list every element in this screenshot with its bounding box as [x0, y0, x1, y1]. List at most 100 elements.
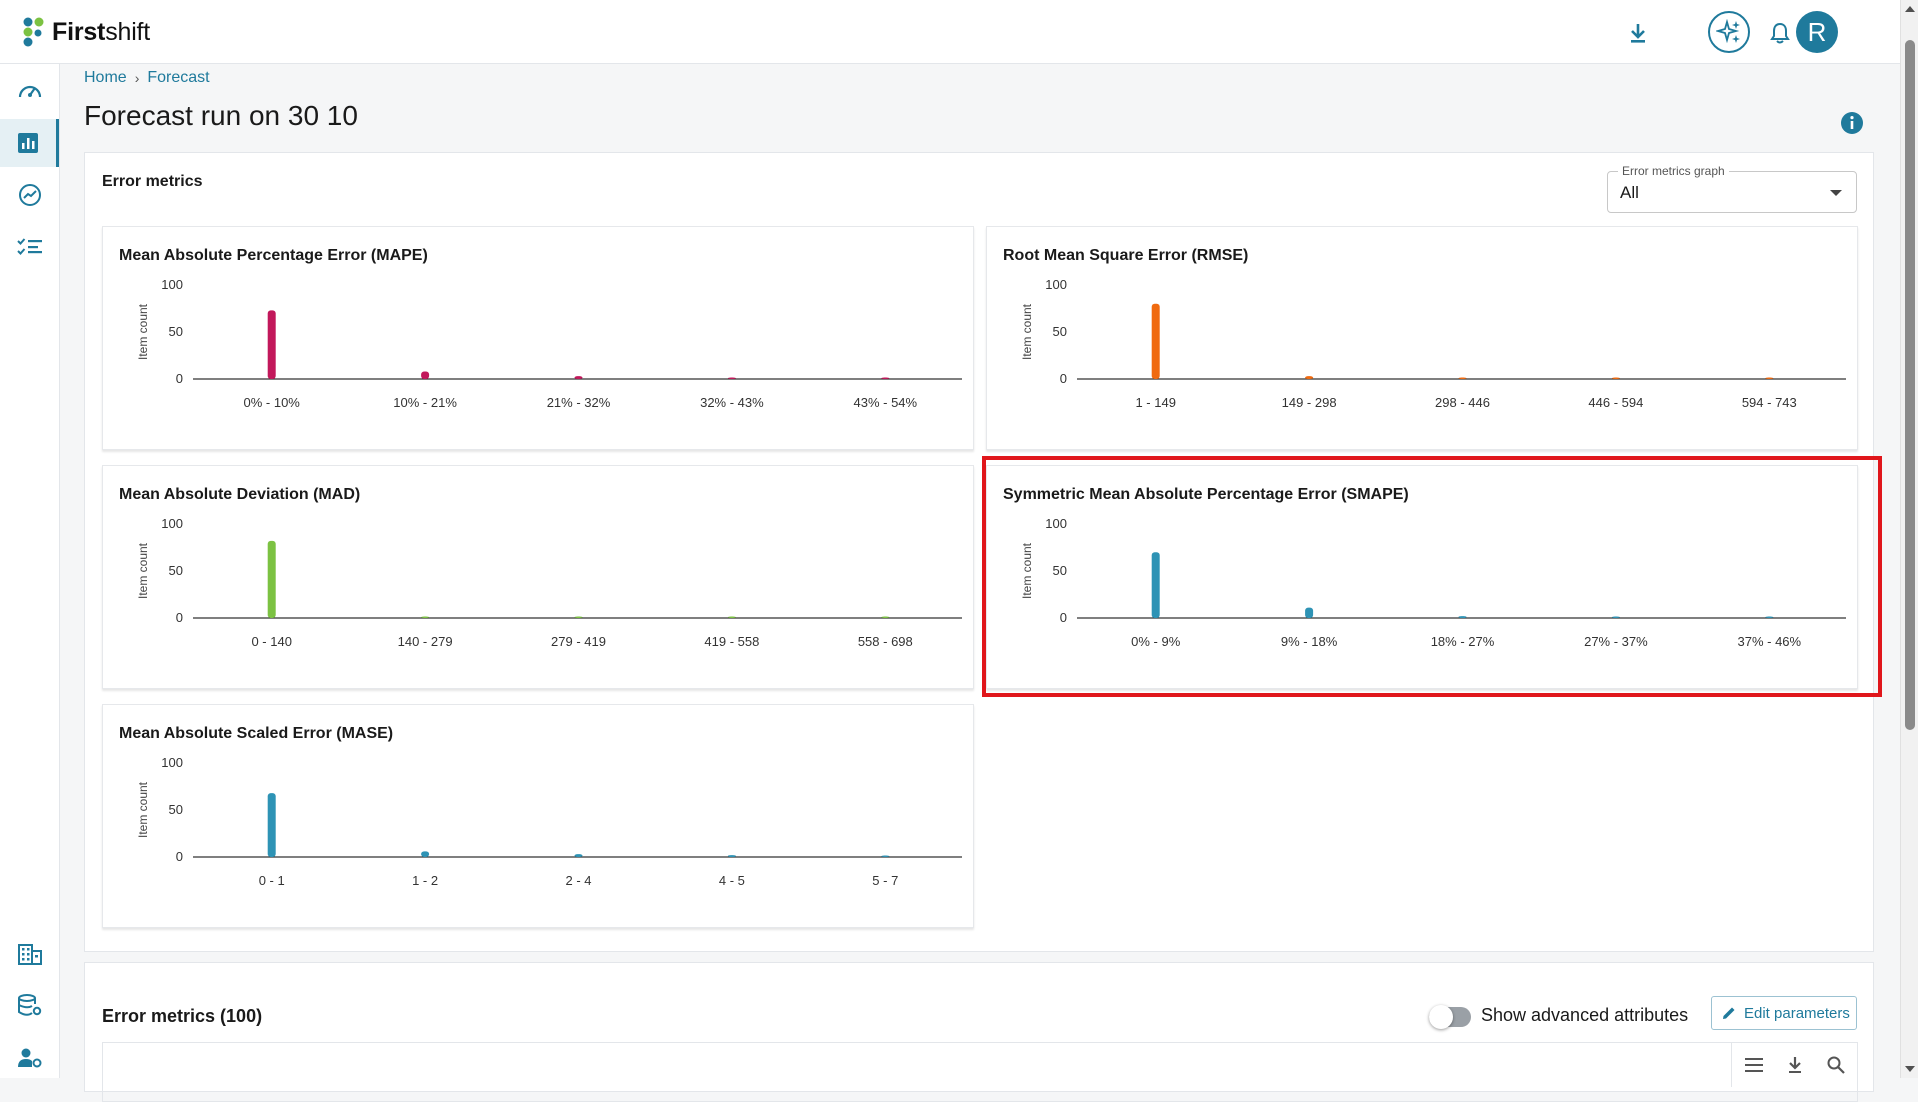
advanced-attributes-toggle[interactable]	[1429, 1005, 1471, 1029]
bar[interactable]	[727, 855, 736, 857]
x-tick-label: 279 - 419	[551, 634, 606, 649]
chart-title: Symmetric Mean Absolute Percentage Error…	[1003, 486, 1409, 503]
x-tick-label: 1 - 149	[1135, 395, 1175, 410]
info-icon[interactable]	[1840, 111, 1864, 140]
building-icon	[17, 944, 42, 965]
breadcrumb-separator: ›	[134, 70, 140, 86]
breadcrumb-home[interactable]: Home	[84, 69, 127, 87]
scroll-thumb[interactable]	[1905, 40, 1915, 730]
x-tick-label: 9% - 18%	[1281, 634, 1338, 649]
nav-data-settings[interactable]	[0, 982, 59, 1030]
bar[interactable]	[1458, 377, 1467, 380]
bar[interactable]	[727, 616, 736, 619]
x-tick-label: 18% - 27%	[1431, 634, 1495, 649]
download-icon[interactable]	[1618, 13, 1658, 53]
bar[interactable]	[881, 855, 890, 858]
y-tick-label: 50	[1053, 563, 1067, 578]
bar[interactable]	[727, 377, 736, 380]
y-tick-label: 50	[169, 802, 183, 817]
bell-icon[interactable]	[1760, 13, 1800, 53]
advanced-attributes-label: Show advanced attributes	[1481, 1005, 1689, 1025]
bar[interactable]	[881, 616, 890, 619]
logo-mark-icon	[23, 17, 44, 47]
mape-chart-card: Item count 0 50 100 0% - 10% 10% - 21% 21% - 3…	[102, 226, 974, 450]
chart-title: Mean Absolute Deviation (MAD)	[119, 486, 361, 503]
nav-tasks[interactable]	[0, 223, 59, 271]
logo-text: Firstshift	[52, 17, 151, 46]
rmse-chart-card: Item count 0 50 100 1 - 149 149 - 298 298 - 44…	[986, 226, 1858, 450]
bar[interactable]	[1151, 303, 1160, 379]
x-tick-label: 446 - 594	[1588, 395, 1643, 410]
y-axis-label: Item count	[136, 303, 150, 360]
bar[interactable]	[267, 310, 276, 379]
bar[interactable]	[1611, 377, 1620, 380]
x-tick-label: 140 - 279	[398, 634, 453, 649]
y-axis-label: Item count	[1020, 542, 1034, 599]
bar[interactable]	[421, 851, 430, 857]
error-metrics-table-title: Error metrics (100)	[102, 1006, 263, 1026]
edit-parameters-label: Edit parameters	[1744, 1004, 1850, 1022]
search-icon[interactable]	[1827, 1056, 1845, 1074]
x-tick-label: 0 - 1	[259, 873, 285, 888]
bar[interactable]	[421, 616, 430, 619]
bar[interactable]	[1765, 377, 1774, 380]
x-tick-label: 37% - 46%	[1738, 634, 1802, 649]
x-tick-label: 0 - 140	[251, 634, 291, 649]
x-tick-label: 594 - 743	[1742, 395, 1797, 410]
nav-organization[interactable]	[0, 930, 59, 978]
scroll-down-arrow-icon[interactable]	[1905, 1066, 1915, 1072]
bar[interactable]	[1611, 616, 1620, 619]
bar[interactable]	[1305, 376, 1314, 379]
bar[interactable]	[267, 793, 276, 857]
x-tick-label: 4 - 5	[719, 873, 745, 888]
firstshift-logo[interactable]: Firstshift	[22, 16, 150, 48]
page-scrollbar[interactable]	[1900, 0, 1918, 1078]
pencil-icon	[1723, 1007, 1735, 1019]
mad-chart-card: Item count 0 50 100 0 - 140 140 - 279 279 - 41…	[102, 465, 974, 689]
y-tick-label: 100	[1045, 277, 1067, 292]
database-settings-icon	[17, 994, 41, 1016]
y-axis-label: Item count	[1020, 303, 1034, 360]
y-axis-label: Item count	[136, 542, 150, 599]
breadcrumb-forecast[interactable]: Forecast	[147, 69, 209, 87]
bar[interactable]	[574, 376, 583, 379]
side-nav	[0, 64, 60, 1078]
nav-dashboard[interactable]	[0, 67, 59, 115]
bar[interactable]	[421, 371, 430, 379]
x-tick-label: 0% - 10%	[244, 395, 301, 410]
y-tick-label: 50	[1053, 324, 1067, 339]
download-icon[interactable]	[1787, 1056, 1803, 1074]
y-tick-label: 0	[1060, 610, 1067, 625]
ai-sparkle-icon[interactable]	[1708, 11, 1750, 53]
bar[interactable]	[1151, 552, 1160, 618]
mase-chart-card: Item count 0 50 100 0 - 1 1 - 2 2 - 4 4 - 5 5 - …	[102, 704, 974, 928]
x-tick-label: 10% - 21%	[393, 395, 457, 410]
scroll-up-arrow-icon[interactable]	[1905, 6, 1915, 12]
bar[interactable]	[267, 540, 276, 618]
bar[interactable]	[574, 616, 583, 619]
metrics-grid	[102, 1042, 1858, 1102]
speedometer-icon	[18, 85, 41, 98]
bar[interactable]	[1305, 607, 1314, 618]
y-tick-label: 50	[169, 563, 183, 578]
bar[interactable]	[1765, 616, 1774, 619]
select-value: All	[1620, 183, 1639, 202]
chart-title: Root Mean Square Error (RMSE)	[1003, 247, 1249, 264]
error-metrics-graph-select[interactable]: Error metrics graph All	[1607, 164, 1857, 213]
user-avatar[interactable]: R	[1796, 11, 1838, 53]
bar[interactable]	[881, 377, 890, 380]
chart-title: Mean Absolute Scaled Error (MASE)	[119, 725, 394, 742]
columns-icon[interactable]	[1744, 1057, 1764, 1073]
bar[interactable]	[574, 854, 583, 857]
bar[interactable]	[1458, 616, 1467, 618]
x-tick-label: 149 - 298	[1282, 395, 1337, 410]
edit-parameters-button[interactable]: Edit parameters	[1711, 996, 1857, 1030]
x-tick-label: 1 - 2	[412, 873, 438, 888]
y-tick-label: 50	[169, 324, 183, 339]
nav-trends[interactable]	[0, 171, 59, 219]
nav-forecast[interactable]	[0, 119, 59, 167]
x-tick-label: 419 - 558	[704, 634, 759, 649]
x-tick-label: 0% - 9%	[1131, 634, 1181, 649]
x-tick-label: 5 - 7	[872, 873, 898, 888]
nav-user-settings[interactable]	[0, 1034, 59, 1082]
